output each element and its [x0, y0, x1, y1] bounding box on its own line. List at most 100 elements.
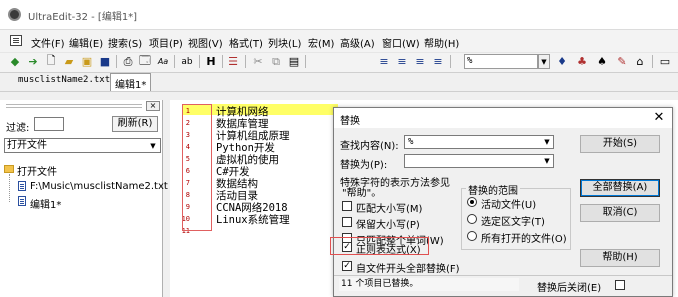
- ultraedit-app-icon: [8, 8, 21, 21]
- chevron-down-icon[interactable]: ▼: [146, 139, 160, 152]
- window-split-icon[interactable]: ▭: [658, 54, 672, 69]
- scope-active-file-radio[interactable]: [467, 197, 477, 207]
- paste-icon[interactable]: ▤: [287, 54, 301, 69]
- cut-icon[interactable]: ✂: [251, 54, 265, 69]
- menu-help[interactable]: 帮助(H): [424, 35, 459, 50]
- scope-selection-radio[interactable]: [467, 214, 477, 224]
- dialog-title: 替换: [340, 116, 360, 127]
- column-icon[interactable]: ⌂: [633, 54, 647, 69]
- tree-item-musclistname2[interactable]: F:\Music\musclistName2.txt: [30, 181, 168, 192]
- toolbar-separator: [222, 55, 223, 68]
- match-case-checkbox[interactable]: [342, 201, 352, 211]
- replace-from-top-checkbox[interactable]: ✓: [342, 261, 352, 271]
- open-files-select[interactable]: 打开文件: [4, 138, 161, 153]
- hex-icon[interactable]: H: [204, 54, 218, 69]
- spell-icon[interactable]: ✎: [615, 54, 629, 69]
- forward-arrow-icon[interactable]: ➔: [26, 54, 40, 69]
- panel-close-icon[interactable]: ×: [146, 101, 160, 111]
- annotation-highlight-box: [182, 104, 212, 231]
- menu-search[interactable]: 搜索(S): [108, 35, 142, 50]
- replace-input[interactable]: [404, 154, 554, 168]
- preserve-case-label: 保留大小写(P): [356, 220, 420, 231]
- toolbar-search-input[interactable]: %: [464, 54, 538, 69]
- code-line[interactable]: Linux系统管理: [216, 212, 290, 227]
- menu-window[interactable]: 窗口(W): [382, 35, 420, 50]
- document-menu-icon[interactable]: [10, 35, 22, 46]
- find-prev-icon[interactable]: ♠: [595, 54, 609, 69]
- panel-grip[interactable]: [6, 104, 142, 108]
- find-icon[interactable]: ♦: [555, 54, 569, 69]
- scope-active-file-label: 活动文件(U): [481, 200, 537, 211]
- copy-icon[interactable]: ⧉: [269, 54, 283, 69]
- replace-all-button[interactable]: 全部替换(A): [580, 179, 660, 197]
- menu-format[interactable]: 格式(T): [229, 35, 263, 50]
- chevron-down-icon[interactable]: ▼: [541, 136, 553, 148]
- find-next-icon[interactable]: ♣: [575, 54, 589, 69]
- document-icon: [18, 196, 26, 206]
- replace-icon[interactable]: ab: [180, 54, 194, 69]
- toolbar-separator: [450, 55, 451, 68]
- menu-advanced[interactable]: 高级(A): [340, 35, 375, 50]
- close-after-label: 替换后关闭(E): [537, 283, 602, 294]
- window-title: UltraEdit-32 - [编辑1*]: [28, 12, 138, 23]
- help-button[interactable]: 帮助(H): [580, 249, 660, 267]
- dialog-title-bar: [334, 108, 672, 128]
- menu-edit[interactable]: 编辑(E): [69, 35, 103, 50]
- tree-root-open-files[interactable]: 打开文件: [17, 163, 57, 178]
- align-center-icon[interactable]: ≡: [395, 54, 409, 69]
- filter-input[interactable]: [34, 117, 64, 131]
- chevron-down-icon[interactable]: ▼: [541, 155, 553, 167]
- menu-column[interactable]: 列块(L): [268, 35, 301, 50]
- document-icon: [18, 181, 26, 191]
- tree-connector: [9, 174, 10, 202]
- print-preview-icon[interactable]: 🗔: [138, 54, 152, 69]
- save-icon[interactable]: ■: [98, 54, 112, 69]
- align-right-icon[interactable]: ≡: [413, 54, 427, 69]
- tab-musclistname2[interactable]: musclistName2.txt: [18, 75, 110, 85]
- toolbar-separator: [116, 55, 117, 68]
- toolbar-separator: [652, 55, 653, 68]
- scope-selection-label: 选定区文字(T): [481, 217, 545, 228]
- align-left-icon[interactable]: ≡: [377, 54, 391, 69]
- toolbar-separator: [174, 55, 175, 68]
- tree-item-edit1[interactable]: 编辑1*: [30, 196, 61, 211]
- replace-label: 替换为(P):: [340, 160, 388, 171]
- menu-project[interactable]: 项目(P): [149, 35, 183, 50]
- status-divider: [334, 275, 672, 276]
- folder-icon: [4, 165, 14, 173]
- new-file-icon[interactable]: 🗋: [44, 54, 58, 69]
- tab-edit1[interactable]: 编辑1*: [110, 73, 152, 91]
- open-icon[interactable]: ▣: [80, 54, 94, 69]
- print-icon[interactable]: ⎙: [121, 54, 135, 69]
- scope-group-title: 替换的范围: [466, 182, 520, 197]
- scope-all-open-label: 所有打开的文件(O): [481, 234, 567, 245]
- scope-all-open-radio[interactable]: [467, 231, 477, 241]
- start-button[interactable]: 开始(S): [580, 135, 660, 153]
- toolbar-separator: [199, 55, 200, 68]
- refresh-button[interactable]: 刷新(R): [112, 116, 158, 132]
- font-icon[interactable]: Aa: [156, 54, 170, 69]
- paragraph-icon[interactable]: ☰: [226, 54, 240, 69]
- filter-label: 过滤:: [6, 123, 30, 134]
- close-icon[interactable]: ✕: [650, 109, 668, 127]
- cancel-button[interactable]: 取消(C): [580, 204, 660, 222]
- menu-view[interactable]: 视图(V): [188, 35, 223, 50]
- regex-label: 正则表达式(X): [356, 245, 421, 256]
- preserve-case-checkbox[interactable]: [342, 217, 352, 227]
- menu-file[interactable]: 文件(F): [31, 35, 65, 50]
- toolbar-separator: [245, 55, 246, 68]
- replace-status: 11 个项目已替换。: [339, 278, 519, 291]
- regex-checkbox[interactable]: ✓: [342, 242, 352, 252]
- menu-macro[interactable]: 宏(M): [308, 35, 334, 50]
- find-input[interactable]: %: [404, 135, 554, 149]
- close-after-checkbox[interactable]: [615, 280, 625, 290]
- open-folder-icon[interactable]: ▰: [62, 54, 76, 69]
- toolbar-separator: [305, 55, 306, 68]
- replace-from-top-label: 自文件开头全部替换(F): [356, 264, 460, 275]
- back-arrow-icon[interactable]: ◆: [8, 54, 22, 69]
- find-label: 查找内容(N):: [340, 141, 399, 152]
- match-case-label: 匹配大小写(M): [356, 204, 423, 215]
- toolbar-search-dropdown-icon[interactable]: ▼: [538, 54, 550, 69]
- special-chars-help-note: "帮助"。: [342, 188, 382, 199]
- justify-icon[interactable]: ≡: [431, 54, 445, 69]
